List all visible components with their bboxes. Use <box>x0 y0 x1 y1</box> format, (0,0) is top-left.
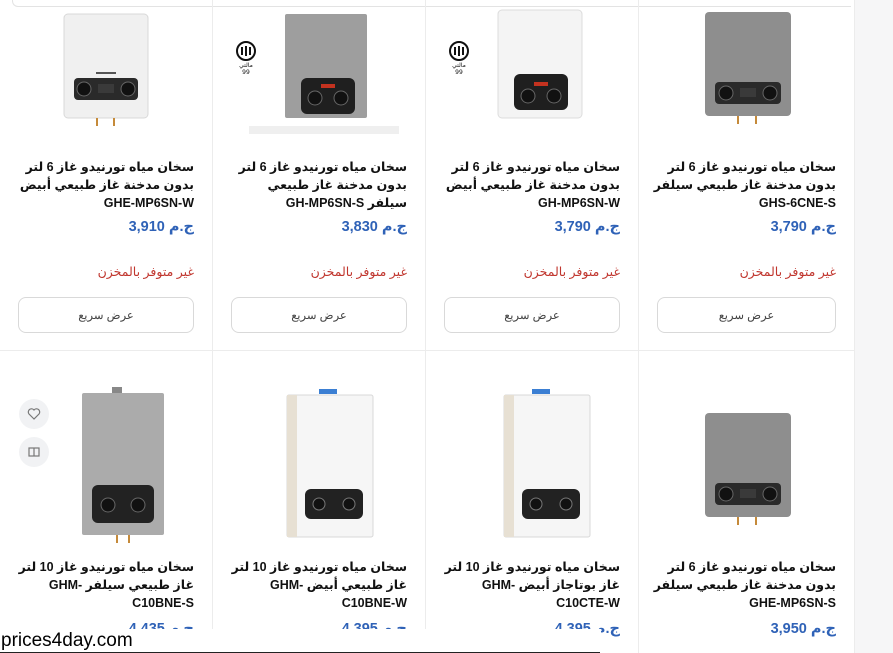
product-title[interactable]: سخان مياه تورنيدو غاز 6 لتر بدون مدخنة غ… <box>14 158 194 212</box>
product-price: ج.م 3,830 <box>341 219 407 235</box>
stock-status: غير متوفر بالمخزن <box>523 265 620 279</box>
product-image[interactable] <box>16 379 196 557</box>
stock-status: غير متوفر بالمخزن <box>310 265 407 279</box>
product-image[interactable] <box>229 379 409 557</box>
quick-view-button[interactable]: عرض سريع <box>231 297 407 333</box>
product-grid: سخان مياه تورنيدو غاز 6 لتر بدون مدخنة غ… <box>0 0 855 653</box>
stock-status: غير متوفر بالمخزن <box>739 265 836 279</box>
product-image[interactable] <box>657 8 837 138</box>
product-card[interactable]: سخان مياه تورنيدو غاز 6 لتر بدون مدخنة غ… <box>0 0 213 351</box>
quick-view-button[interactable]: عرض سريع <box>444 297 620 333</box>
product-title[interactable]: سخان مياه تورنيدو غاز 6 لتر بدون مدخنة غ… <box>227 158 407 212</box>
product-price: ج.م 3,790 <box>770 219 836 235</box>
quick-view-button[interactable]: عرض سريع <box>657 297 836 333</box>
product-title[interactable]: سخان مياه تورنيدو غاز 10 لتر غاز بوتاجاز… <box>440 558 620 612</box>
stock-status: غير متوفر بالمخزن <box>97 265 194 279</box>
quick-view-button[interactable]: عرض سريع <box>18 297 194 333</box>
product-card[interactable]: سخان مياه تورنيدو غاز 6 لتر بدون مدخنة غ… <box>639 0 855 351</box>
product-image[interactable] <box>229 8 409 138</box>
product-title[interactable]: سخان مياه تورنيدو غاز 10 لتر غاز طبيعي س… <box>14 558 194 612</box>
product-card[interactable]: مالتي 99 سخان مياه تورنيدو غاز 6 لتر بدو… <box>213 0 426 351</box>
product-card[interactable]: مالتي 99 سخان مياه تورنيدو غاز 6 لتر بدو… <box>426 0 639 351</box>
scrollbar[interactable] <box>854 0 893 653</box>
product-image[interactable] <box>442 379 622 557</box>
product-title[interactable]: سخان مياه تورنيدو غاز 6 لتر بدون مدخنة غ… <box>653 558 836 612</box>
product-price: ج.م 3,910 <box>128 219 194 235</box>
product-image[interactable] <box>657 379 837 557</box>
product-price: ج.م 3,950 <box>770 621 836 637</box>
product-title[interactable]: سخان مياه تورنيدو غاز 6 لتر بدون مدخنة غ… <box>440 158 620 212</box>
product-image[interactable] <box>16 8 196 138</box>
product-title[interactable]: سخان مياه تورنيدو غاز 6 لتر بدون مدخنة غ… <box>653 158 836 212</box>
site-watermark: prices4day.com <box>0 629 601 653</box>
product-card[interactable]: سخان مياه تورنيدو غاز 10 لتر غاز طبيعي أ… <box>213 351 426 653</box>
product-title[interactable]: سخان مياه تورنيدو غاز 10 لتر غاز طبيعي أ… <box>227 558 407 612</box>
product-card[interactable]: سخان مياه تورنيدو غاز 6 لتر بدون مدخنة غ… <box>639 351 855 653</box>
product-image[interactable] <box>442 8 622 138</box>
product-card[interactable]: سخان مياه تورنيدو غاز 10 لتر غاز طبيعي س… <box>0 351 213 653</box>
product-price: ج.م 3,790 <box>554 219 620 235</box>
product-card[interactable]: سخان مياه تورنيدو غاز 10 لتر غاز بوتاجاز… <box>426 351 639 653</box>
